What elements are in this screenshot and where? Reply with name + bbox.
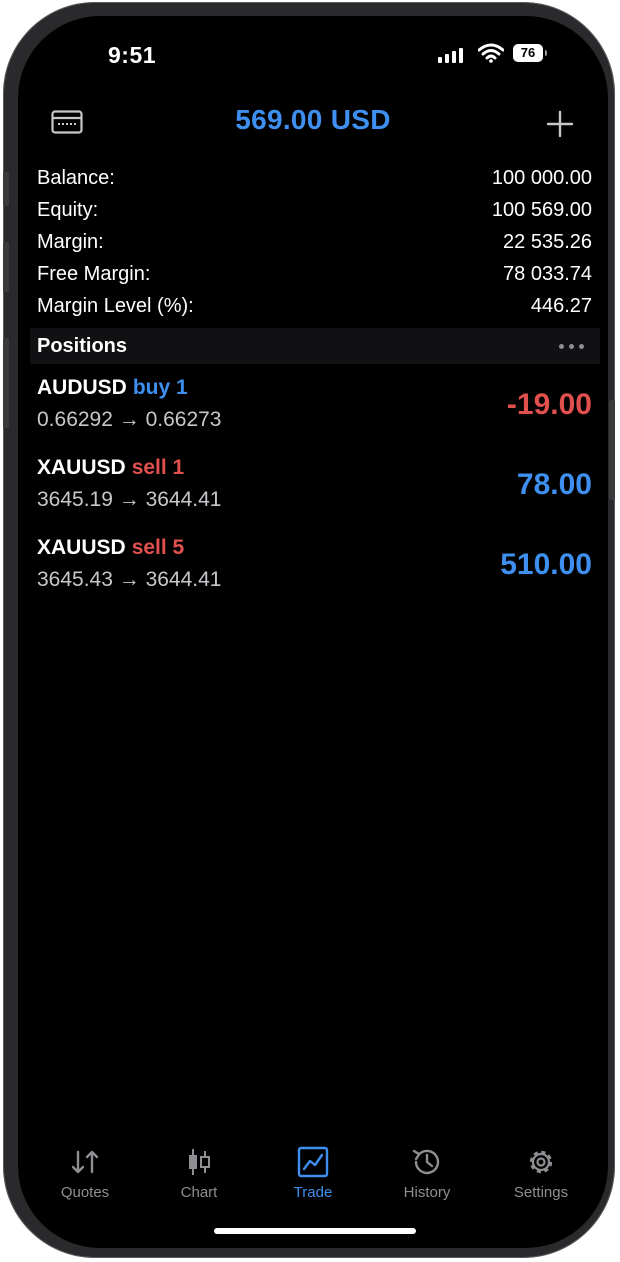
cellular-signal-icon: [438, 48, 463, 63]
tab-trade[interactable]: Trade: [258, 1144, 368, 1201]
history-icon: [372, 1144, 482, 1180]
position-side: sell 1: [131, 456, 185, 479]
screen: 9:51 76 569.00 USD Balance: 100 000.00 E…: [18, 16, 608, 1248]
position-row[interactable]: AUDUSD buy 1 0.66292 → 0.66273 -19.00: [37, 372, 592, 452]
phone-frame: 9:51 76 569.00 USD Balance: 100 000.00 E…: [3, 2, 615, 1258]
volume-down-button: [3, 338, 9, 428]
position-side: sell 5: [131, 536, 185, 559]
tab-history[interactable]: History: [372, 1144, 482, 1201]
position-profit: 78.00: [516, 468, 592, 501]
power-button: [609, 400, 615, 500]
tab-label: Chart: [180, 1184, 218, 1201]
account-row-margin-level: Margin Level (%): 446.27: [37, 292, 592, 324]
mute-switch: [3, 172, 9, 206]
wifi-icon: [477, 43, 505, 68]
account-label: Balance:: [37, 167, 115, 189]
positions-header: Positions: [30, 328, 600, 364]
account-label: Free Margin:: [37, 263, 151, 285]
positions-title: Positions: [37, 334, 128, 357]
account-label: Margin Level (%):: [37, 295, 194, 317]
account-value: 446.27: [530, 295, 592, 317]
volume-up-button: [3, 242, 9, 292]
account-row-equity: Equity: 100 569.00: [37, 196, 592, 228]
plus-icon[interactable]: [546, 110, 574, 143]
tab-bar: Quotes Chart Trade History Settings: [18, 1144, 608, 1204]
account-value: 22 535.26: [503, 231, 592, 253]
position-symbol: XAUUSD: [37, 536, 126, 559]
position-row[interactable]: XAUUSD sell 1 3645.19 → 3644.41 78.00: [37, 452, 592, 532]
position-prices: 0.66292 → 0.66273: [37, 408, 222, 431]
position-row[interactable]: XAUUSD sell 5 3645.43 → 3644.41 510.00: [37, 532, 592, 612]
position-symbol-line: XAUUSD sell 5: [37, 536, 184, 560]
position-prices: 3645.43 → 3644.41: [37, 568, 222, 591]
account-value: 100 000.00: [491, 167, 592, 189]
account-row-balance: Balance: 100 000.00: [37, 164, 592, 196]
tab-quotes[interactable]: Quotes: [30, 1144, 140, 1201]
account-row-margin: Margin: 22 535.26: [37, 228, 592, 260]
battery-icon: 76: [513, 44, 547, 62]
tab-label: Settings: [513, 1184, 569, 1201]
quotes-icon: [30, 1144, 140, 1180]
header-profit-title: 569.00 USD: [235, 104, 391, 135]
position-symbol: XAUUSD: [37, 456, 126, 479]
status-bar: 9:51 76: [18, 16, 608, 86]
account-label: Equity:: [37, 199, 99, 221]
account-row-free-margin: Free Margin: 78 033.74: [37, 260, 592, 292]
tab-settings[interactable]: Settings: [486, 1144, 596, 1201]
tab-label: Trade: [293, 1184, 333, 1201]
top-bar: 569.00 USD: [18, 104, 608, 140]
tab-label: History: [403, 1184, 451, 1201]
positions-list: AUDUSD buy 1 0.66292 → 0.66273 -19.00 XAU…: [37, 372, 592, 612]
home-indicator[interactable]: [214, 1228, 416, 1234]
status-time: 9:51: [108, 42, 157, 68]
position-side: buy 1: [132, 376, 188, 399]
account-value: 100 569.00: [491, 199, 592, 221]
account-label: Margin:: [37, 231, 104, 253]
more-options-icon[interactable]: [559, 343, 584, 349]
position-profit: 510.00: [500, 548, 592, 581]
gear-icon: [486, 1144, 596, 1180]
position-symbol: AUDUSD: [37, 376, 127, 399]
account-summary: Balance: 100 000.00 Equity: 100 569.00 M…: [37, 164, 592, 324]
trade-chart-icon: [258, 1144, 368, 1180]
position-symbol-line: AUDUSD buy 1: [37, 376, 188, 400]
account-value: 78 033.74: [503, 263, 592, 285]
position-profit: -19.00: [506, 388, 592, 421]
tab-label: Quotes: [60, 1184, 110, 1201]
tab-chart[interactable]: Chart: [144, 1144, 254, 1201]
position-symbol-line: XAUUSD sell 1: [37, 456, 184, 480]
position-prices: 3645.19 → 3644.41: [37, 488, 222, 511]
candlestick-icon: [144, 1144, 254, 1180]
